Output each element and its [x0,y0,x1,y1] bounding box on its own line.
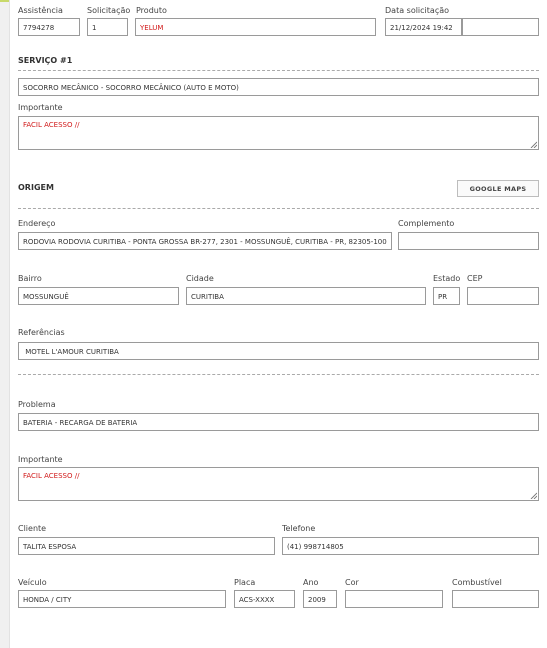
placa-label: Placa [234,578,256,587]
cliente-field[interactable]: TALITA ESPOSA [18,537,275,555]
problema-label: Problema [18,400,56,409]
cliente-label: Cliente [18,524,47,533]
placa-field[interactable]: ACS-XXXX [234,590,295,608]
combustivel-field[interactable] [452,590,539,608]
solicitacao-label: Solicitação [87,6,131,15]
cidade-field[interactable]: CURITIBA [186,287,426,305]
veiculo-label: Veículo [18,578,47,587]
assistencia-label: Assistência [18,6,63,15]
endereco-field[interactable]: RODOVIA RODOVIA CURITIBA - PONTA GROSSA … [18,232,392,250]
problema-importante-text: FACIL ACESSO // [23,472,80,480]
problema-importante-label: Importante [18,455,63,464]
referencias-field[interactable]: MOTEL L'AMOUR CURITIBA [18,342,539,360]
telefone-label: Telefone [282,524,316,533]
textarea-resize-grip-icon[interactable] [529,140,537,148]
produto-field[interactable]: YELUM [135,18,376,36]
bairro-field[interactable]: MOSSUNGUÊ [18,287,179,305]
endereco-label: Endereço [18,219,56,228]
produto-label: Produto [136,6,167,15]
solicitacao-field[interactable]: 1 [87,18,128,36]
referencias-label: Referências [18,328,65,337]
servico-importante-label: Importante [18,103,63,112]
complemento-label: Complemento [398,219,455,228]
servico-title: SERVIÇO #1 [18,56,73,65]
problema-field[interactable]: BATERIA - RECARGA DE BATERIA [18,413,539,431]
cor-field[interactable] [345,590,443,608]
google-maps-button[interactable]: GOOGLE MAPS [457,180,539,197]
problema-importante-textarea[interactable]: FACIL ACESSO // [18,467,539,501]
ano-field[interactable]: 2009 [303,590,337,608]
servico-field[interactable]: SOCORRO MECÂNICO - SOCORRO MECÂNICO (AUT… [18,78,539,96]
servico-importante-text: FACIL ACESSO // [23,121,80,129]
section-divider [18,208,539,209]
cidade-label: Cidade [186,274,214,283]
bairro-label: Bairro [18,274,42,283]
combustivel-label: Combustível [452,578,502,587]
data-solicitacao-label: Data solicitação [385,6,450,15]
section-divider [18,374,539,375]
estado-field[interactable]: PR [433,287,460,305]
estado-label: Estado [433,274,461,283]
origem-title: ORIGEM [18,183,54,192]
assistencia-field[interactable]: 7794278 [18,18,80,36]
textarea-resize-grip-icon[interactable] [529,491,537,499]
veiculo-field[interactable]: HONDA / CITY [18,590,226,608]
extra-field[interactable] [462,18,539,36]
complemento-field[interactable] [398,232,539,250]
cep-label: CEP [467,274,483,283]
section-divider [18,70,539,71]
servico-importante-textarea[interactable]: FACIL ACESSO // [18,116,539,150]
cor-label: Cor [345,578,359,587]
telefone-field[interactable]: (41) 998714805 [282,537,539,555]
data-solicitacao-field[interactable]: 21/12/2024 19:42 [385,18,462,36]
cep-field[interactable] [467,287,539,305]
ano-label: Ano [303,578,319,587]
